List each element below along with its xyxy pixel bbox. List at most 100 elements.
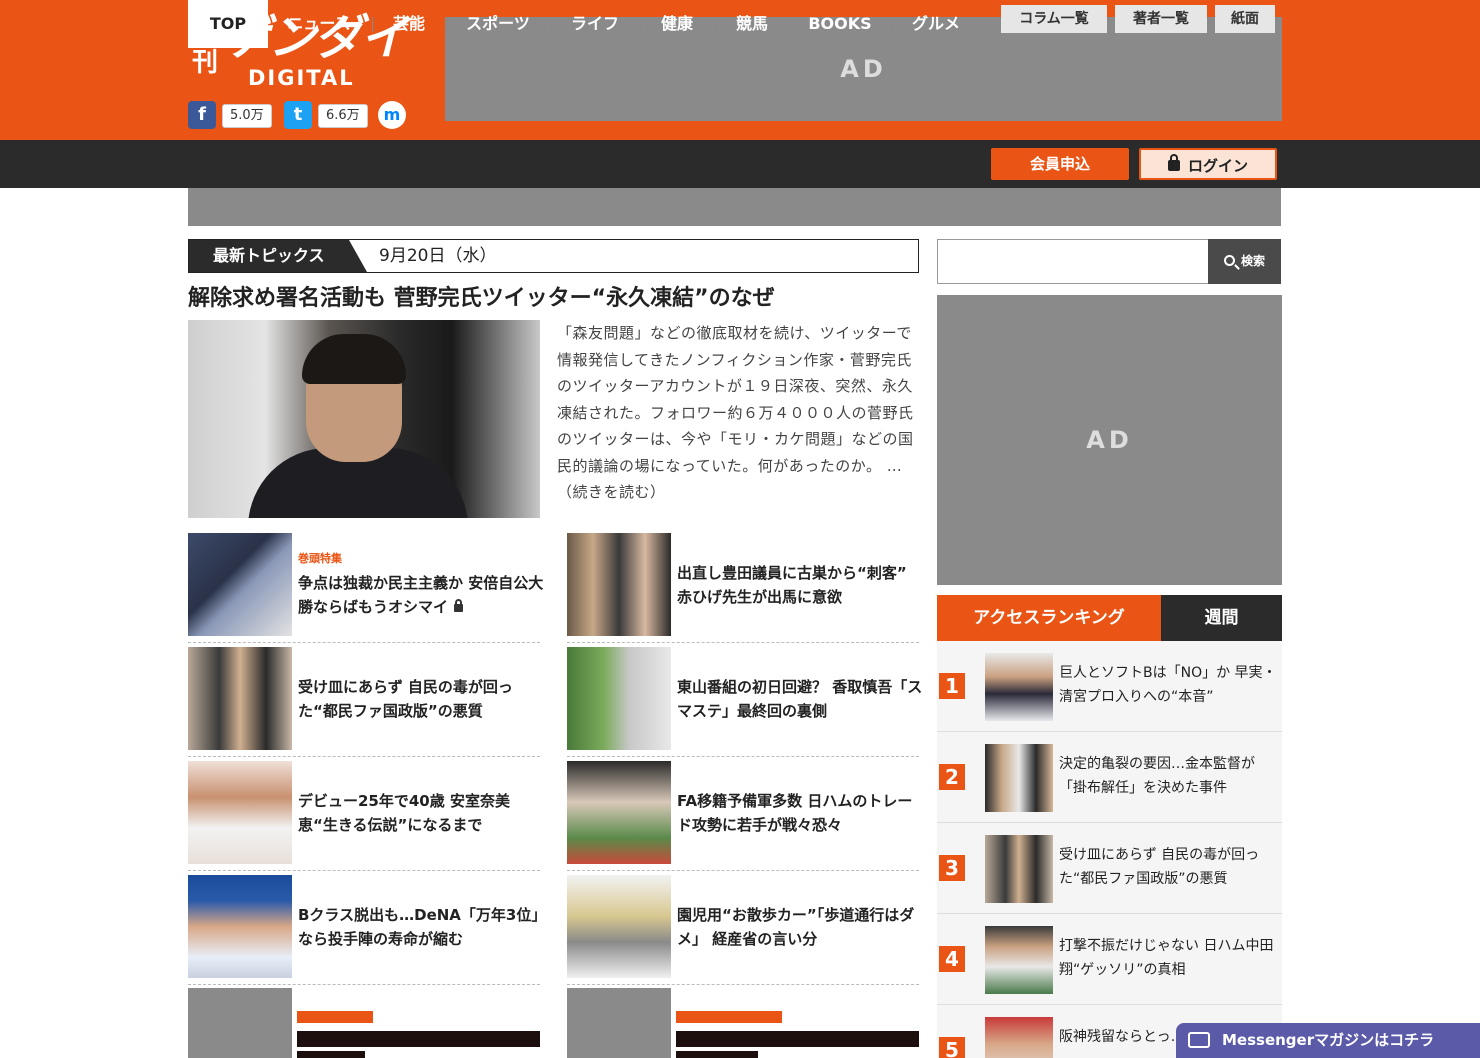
- ranking-thumbnail[interactable]: [985, 1017, 1053, 1058]
- ranking-thumbnail[interactable]: [985, 653, 1053, 721]
- author-list-button[interactable]: 著者一覧: [1115, 5, 1207, 33]
- tab-access-ranking[interactable]: アクセスランキング: [937, 595, 1161, 641]
- search-button[interactable]: 検索: [1208, 239, 1281, 284]
- nav-item-health[interactable]: 健康: [650, 0, 704, 48]
- divider: [567, 870, 919, 871]
- lead-headline[interactable]: 解除求め署名活動も 菅野完氏ツイッター“永久凍結”のなぜ: [188, 284, 928, 314]
- placeholder-thumbnail: [188, 988, 292, 1058]
- lead-image[interactable]: [188, 320, 540, 518]
- nav-item-horse-racing[interactable]: 競馬: [725, 0, 779, 48]
- placeholder-thumbnail: [567, 988, 671, 1058]
- lock-icon: [454, 598, 464, 612]
- lead-summary[interactable]: 「森友問題」などの徹底取材を続け、ツイッターで情報発信してきたノンフィクション作…: [557, 320, 917, 506]
- article-title[interactable]: 園児用“お散歩カー”「歩道通行はダメ」 経産省の言い分: [677, 903, 923, 951]
- article-thumbnail[interactable]: [567, 647, 671, 750]
- placeholder-tag: [297, 1011, 373, 1023]
- search-icon: [1223, 255, 1235, 266]
- rank-number: 5: [939, 1037, 965, 1058]
- divider: [188, 984, 540, 985]
- article-card[interactable]: 園児用“お散歩カー”「歩道通行はダメ」 経産省の言い分: [567, 875, 919, 985]
- sub-nav: [188, 188, 1281, 226]
- nav-item-gourmet[interactable]: グルメ: [902, 0, 970, 48]
- join-button[interactable]: 会員申込: [991, 148, 1129, 180]
- topics-label[interactable]: 最新トピックス: [189, 240, 367, 272]
- nav-item-books[interactable]: BOOKS: [799, 0, 881, 48]
- messenger-icon[interactable]: m: [378, 101, 406, 129]
- facebook-icon[interactable]: f: [188, 101, 216, 129]
- nav-item-top[interactable]: TOP: [188, 0, 268, 48]
- lock-icon: [1167, 154, 1180, 171]
- rank-number: 3: [939, 855, 965, 881]
- placeholder-title: [297, 1051, 365, 1058]
- article-thumbnail[interactable]: [188, 533, 292, 636]
- tab-weekly[interactable]: 週間: [1161, 595, 1282, 641]
- ranking-list: 1 巨人とソフトBは「NO」か 早実・清宮プロ入りへの“本音” 2 決定的亀裂の…: [937, 641, 1282, 1058]
- article-card[interactable]: Bクラス脱出も…DeNA「万年3位」なら投手陣の寿命が縮む: [188, 875, 540, 985]
- divider: [188, 756, 540, 757]
- article-tag: 巻頭特集: [298, 552, 342, 565]
- nav-separator: [551, 17, 552, 32]
- divider: [567, 756, 919, 757]
- article-title[interactable]: 東山番組の初日回避？ 香取慎吾「スマステ」最終回の裏側: [677, 675, 923, 723]
- facebook-count: 5.0万: [222, 104, 272, 128]
- article-card[interactable]: 受け皿にあらず 自民の毒が回った“都民ファ国政版”の悪質: [188, 647, 540, 757]
- ranking-title[interactable]: 受け皿にあらず 自民の毒が回った“都民ファ国政版”の悪質: [1059, 843, 1277, 891]
- article-thumbnail[interactable]: [188, 875, 292, 978]
- ranking-thumbnail[interactable]: [985, 744, 1053, 812]
- topics-date: 9月20日（水）: [379, 246, 497, 266]
- divider: [567, 984, 919, 985]
- column-list-button[interactable]: コラム一覧: [1001, 5, 1107, 33]
- placeholder-tag: [676, 1011, 782, 1023]
- ranking-title[interactable]: 巨人とソフトBは「NO」か 早実・清宮プロ入りへの“本音”: [1059, 661, 1277, 709]
- ranking-item[interactable]: 3 受け皿にあらず 自民の毒が回った“都民ファ国政版”の悪質: [937, 823, 1282, 914]
- article-thumbnail[interactable]: [188, 647, 292, 750]
- ranking-title[interactable]: 打撃不振だけじゃない 日ハム中田翔“ゲッソリ”の真相: [1059, 934, 1277, 982]
- nav-separator: [372, 17, 373, 32]
- article-title[interactable]: 争点は独裁か民主主義か 安倍自公大勝ならばもうオシマイ: [298, 571, 544, 619]
- article-title[interactable]: 受け皿にあらず 自民の毒が回った“都民ファ国政版”の悪質: [298, 675, 544, 723]
- nav-separator: [715, 17, 716, 32]
- ranking-thumbnail[interactable]: [985, 835, 1053, 903]
- article-thumbnail[interactable]: [567, 533, 671, 636]
- article-card[interactable]: FA移籍予備軍多数 日ハムのトレード攻勢に若手が戦々恐々: [567, 761, 919, 871]
- article-card[interactable]: 東山番組の初日回避？ 香取慎吾「スマステ」最終回の裏側: [567, 647, 922, 757]
- logo-digital: DIGITAL: [248, 66, 355, 90]
- ad-banner-side[interactable]: AD: [937, 295, 1282, 585]
- placeholder-title: [676, 1031, 919, 1047]
- divider: [188, 642, 540, 643]
- article-title[interactable]: FA移籍予備軍多数 日ハムのトレード攻勢に若手が戦々恐々: [677, 789, 923, 837]
- divider: [188, 870, 540, 871]
- divider: [567, 642, 919, 643]
- login-button[interactable]: ログイン: [1139, 148, 1277, 180]
- article-card[interactable]: デビュー25年で40歳 安室奈美恵“生きる伝説”になるまで: [188, 761, 540, 871]
- article-title-text: 争点は独裁か民主主義か 安倍自公大勝ならばもうオシマイ: [298, 574, 544, 616]
- article-card[interactable]: 出直し豊田議員に古巣から“刺客” 赤ひげ先生が出馬に意欲: [567, 533, 919, 643]
- chat-bubble-icon: [1188, 1032, 1210, 1048]
- twitter-count: 6.6万: [318, 104, 368, 128]
- twitter-icon[interactable]: t: [284, 101, 312, 129]
- ranking-item[interactable]: 2 決定的亀裂の要因…金本監督が「掛布解任」を決めた事件: [937, 732, 1282, 823]
- nav-item-sports[interactable]: スポーツ: [456, 0, 540, 48]
- nav-separator: [640, 17, 641, 32]
- ranking-title[interactable]: 決定的亀裂の要因…金本監督が「掛布解任」を決めた事件: [1059, 752, 1277, 800]
- article-thumbnail[interactable]: [567, 875, 671, 978]
- article-card[interactable]: 巻頭特集 争点は独裁か民主主義か 安倍自公大勝ならばもうオシマイ: [188, 533, 543, 643]
- ranking-item[interactable]: 1 巨人とソフトBは「NO」か 早実・清宮プロ入りへの“本音”: [937, 641, 1282, 732]
- ranking-item[interactable]: 4 打撃不振だけじゃない 日ハム中田翔“ゲッソリ”の真相: [937, 914, 1282, 1005]
- nav-item-entertainment[interactable]: 芸能: [382, 0, 436, 48]
- article-thumbnail[interactable]: [188, 761, 292, 864]
- nav-item-life[interactable]: ライフ: [561, 0, 629, 48]
- paper-button[interactable]: 紙面: [1215, 5, 1275, 33]
- nav-item-news[interactable]: ニュース: [278, 0, 360, 48]
- article-title[interactable]: 出直し豊田議員に古巣から“刺客” 赤ひげ先生が出馬に意欲: [677, 561, 923, 609]
- article-title[interactable]: デビュー25年で40歳 安室奈美恵“生きる伝説”になるまで: [298, 789, 544, 837]
- messenger-label: Messengerマガジンはコチラ: [1222, 1031, 1435, 1049]
- nav-separator: [789, 17, 790, 32]
- search-input[interactable]: [937, 239, 1209, 284]
- nav-separator: [892, 17, 893, 32]
- ranking-thumbnail[interactable]: [985, 926, 1053, 994]
- topics-bar: 最新トピックス 9月20日（水）: [188, 239, 919, 273]
- article-title[interactable]: Bクラス脱出も…DeNA「万年3位」なら投手陣の寿命が縮む: [298, 903, 544, 951]
- messenger-magazine-button[interactable]: Messengerマガジンはコチラ: [1176, 1023, 1480, 1058]
- article-thumbnail[interactable]: [567, 761, 671, 864]
